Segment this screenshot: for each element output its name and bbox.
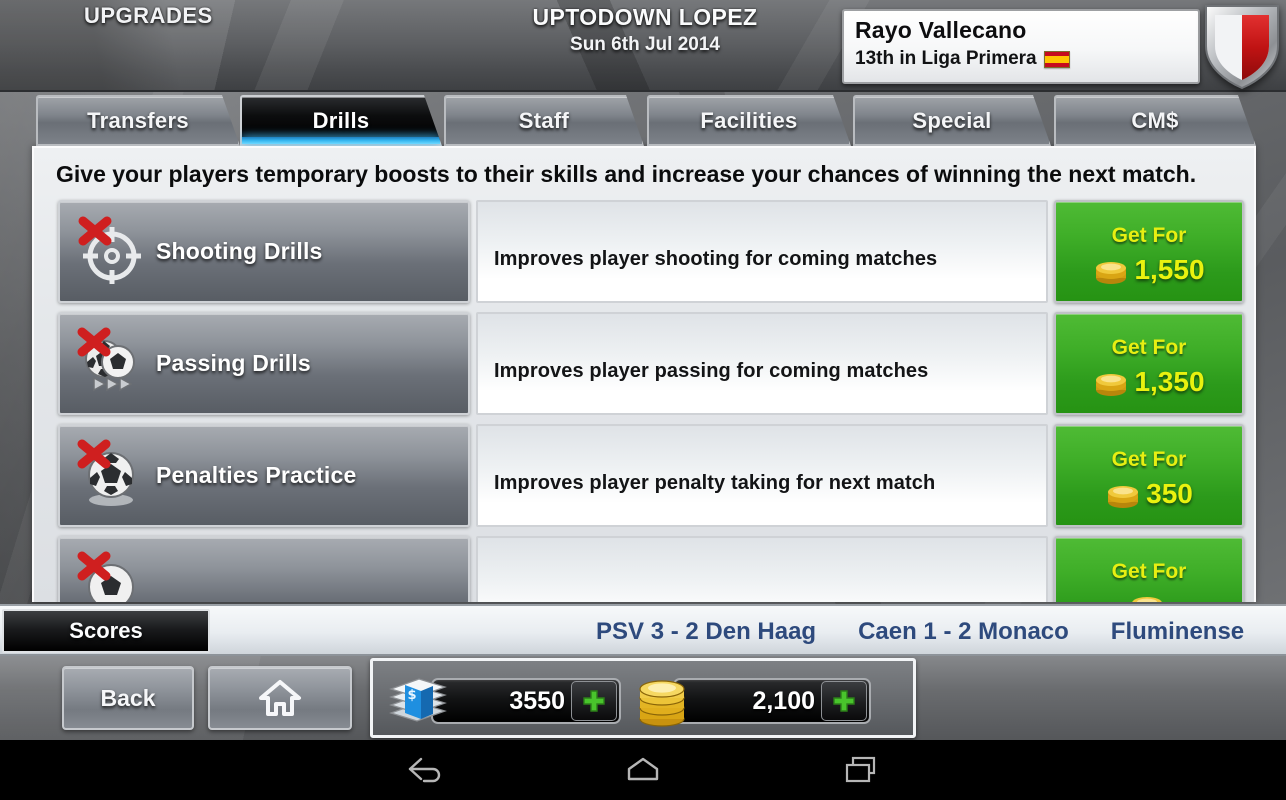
drill-name-button[interactable]: Penalties Practice xyxy=(58,424,470,528)
wallet-panel: $ 3550 2,100 xyxy=(370,658,916,738)
football-locked-icon xyxy=(60,538,156,602)
top-header: UPGRADES UPTODOWN LOPEZ Sun 6th Jul 2014… xyxy=(0,0,1286,92)
home-icon xyxy=(259,680,301,716)
cash-value: 3550 xyxy=(509,686,565,715)
drill-description-cell: Improves player passing for coming match… xyxy=(476,312,1048,416)
android-back-icon xyxy=(408,757,441,783)
android-back-button[interactable] xyxy=(365,740,485,800)
drill-description-cell: Improves player shooting for coming matc… xyxy=(476,200,1048,304)
drill-row: Get For xyxy=(58,536,1244,602)
coins-purse: 2,100 xyxy=(633,675,871,727)
spain-flag-icon xyxy=(1043,50,1070,68)
drill-name-button[interactable]: Shooting Drills xyxy=(58,200,470,304)
app-root: UPGRADES UPTODOWN LOPEZ Sun 6th Jul 2014… xyxy=(0,0,1286,800)
crosshair-target-locked-icon xyxy=(60,202,156,301)
add-cash-button[interactable] xyxy=(571,681,617,721)
drill-name-label: Penalties Practice xyxy=(156,462,357,489)
android-home-button[interactable] xyxy=(583,740,703,800)
main-tab-bar: Transfers Drills Staff Facilities Specia… xyxy=(0,92,1286,148)
home-button[interactable] xyxy=(208,666,352,730)
tab-special[interactable]: Special xyxy=(853,95,1051,146)
buy-label: Get For xyxy=(1111,224,1187,248)
buy-price: 1,550 xyxy=(1134,254,1205,286)
drills-panel: Give your players temporary boosts to th… xyxy=(32,146,1256,602)
drill-name-label: Passing Drills xyxy=(156,350,311,377)
drill-description-cell xyxy=(476,536,1048,602)
plus-icon xyxy=(833,690,855,712)
scores-label-button[interactable]: Scores xyxy=(2,609,210,653)
svg-text:$: $ xyxy=(407,688,416,703)
tab-staff[interactable]: Staff xyxy=(444,95,644,146)
team-rank-label: 13th in Liga Primera xyxy=(855,48,1037,69)
section-label: UPGRADES xyxy=(84,3,213,28)
add-coins-button[interactable] xyxy=(821,681,867,721)
drill-buy-button[interactable]: Get For 1,350 xyxy=(1054,312,1244,416)
team-rank-row: 13th in Liga Primera xyxy=(855,48,1070,70)
score-item: PSV 3 - 2 Den Haag xyxy=(596,618,817,645)
football-penalty-spot-locked-icon xyxy=(60,426,156,525)
drill-description-cell: Improves player penalty taking for next … xyxy=(476,424,1048,528)
gold-coin-stack-icon xyxy=(1096,374,1127,397)
drill-row: Passing Drills Improves player passing f… xyxy=(58,312,1244,416)
drill-name-button[interactable]: Passing Drills xyxy=(58,312,470,416)
game-date: Sun 6th Jul 2014 xyxy=(570,34,720,55)
team-name: Rayo Vallecano xyxy=(855,17,1027,43)
drill-description: Improves player shooting for coming matc… xyxy=(494,248,938,271)
drills-list: Shooting Drills Improves player shooting… xyxy=(34,200,1254,602)
drill-row: Shooting Drills Improves player shooting… xyxy=(58,200,1244,304)
gold-coin-stack-icon xyxy=(1096,262,1127,285)
header-center: UPTODOWN LOPEZ Sun 6th Jul 2014 xyxy=(430,4,860,56)
panel-intro-text: Give your players temporary boosts to th… xyxy=(56,161,1197,187)
drill-buy-button[interactable]: Get For 1,550 xyxy=(1054,200,1244,304)
gold-coin-stack-icon xyxy=(639,680,685,727)
back-button[interactable]: Back xyxy=(62,666,194,730)
buy-label: Get For xyxy=(1111,448,1187,472)
android-recents-icon xyxy=(845,756,876,783)
team-info-box[interactable]: Rayo Vallecano 13th in Liga Primera xyxy=(842,9,1200,84)
tab-drills[interactable]: Drills xyxy=(240,95,442,146)
scores-ticker-bar: Scores PSV 3 - 2 Den Haag Caen 1 - 2 Mon… xyxy=(0,604,1286,656)
buy-label: Get For xyxy=(1111,336,1187,360)
drill-description: Improves player passing for coming match… xyxy=(494,360,929,383)
cash-purse: $ 3550 xyxy=(387,675,621,727)
android-home-icon xyxy=(627,757,659,781)
score-item: Caen 1 - 2 Monaco xyxy=(858,618,1069,645)
android-navigation-bar xyxy=(0,740,1286,800)
drill-name-button[interactable] xyxy=(58,536,470,602)
drill-buy-button[interactable]: Get For 350 xyxy=(1054,424,1244,528)
drill-buy-button[interactable]: Get For xyxy=(1054,536,1244,602)
gold-coin-stack-icon xyxy=(1131,597,1162,602)
tab-cms[interactable]: CM$ xyxy=(1054,95,1256,146)
android-recents-button[interactable] xyxy=(801,740,921,800)
banknote-stack-icon: $ xyxy=(389,678,447,722)
drill-name-label: Shooting Drills xyxy=(156,238,323,265)
team-crest-shield-icon xyxy=(1205,5,1279,90)
buy-label: Get For xyxy=(1111,560,1187,584)
buy-price: 350 xyxy=(1146,478,1193,510)
drill-row: Penalties Practice Improves player penal… xyxy=(58,424,1244,528)
tab-facilities[interactable]: Facilities xyxy=(647,95,851,146)
manager-name: UPTODOWN LOPEZ xyxy=(532,4,758,30)
buy-price: 1,350 xyxy=(1134,366,1205,398)
plus-icon xyxy=(583,690,605,712)
scores-ticker[interactable]: PSV 3 - 2 Den Haag Caen 1 - 2 Monaco Flu… xyxy=(596,606,1245,654)
tab-transfers[interactable]: Transfers xyxy=(36,95,240,146)
football-passing-locked-icon xyxy=(60,314,156,413)
drill-description: Improves player penalty taking for next … xyxy=(494,472,936,495)
score-item: Fluminense xyxy=(1110,618,1245,645)
coins-value: 2,100 xyxy=(752,686,815,715)
game-viewport: UPGRADES UPTODOWN LOPEZ Sun 6th Jul 2014… xyxy=(0,0,1286,740)
gold-coin-stack-icon xyxy=(1108,486,1139,509)
